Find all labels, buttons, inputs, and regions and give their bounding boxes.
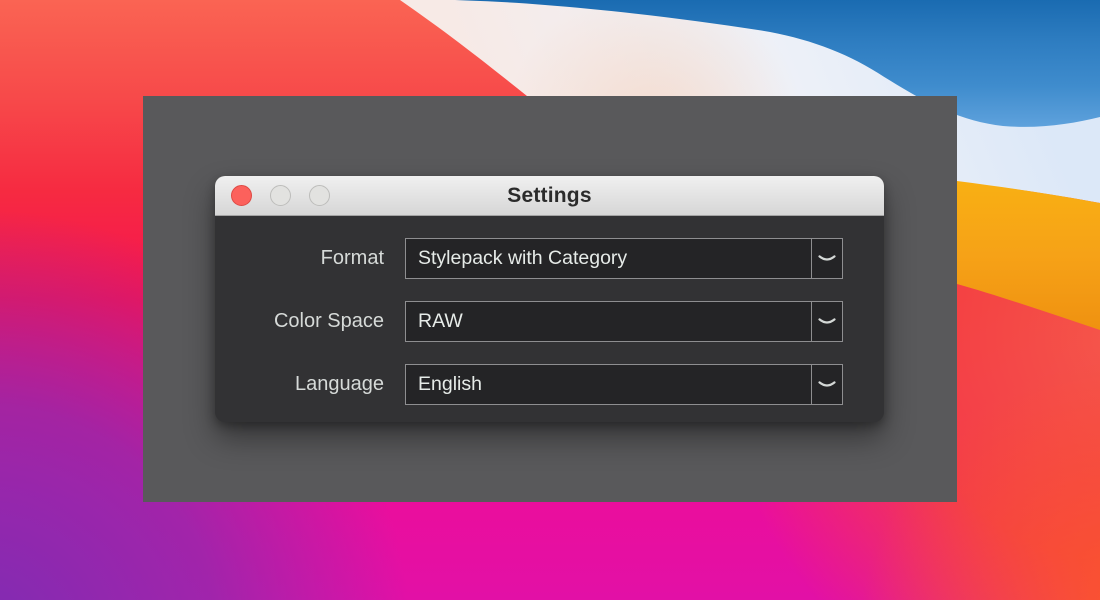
language-label: Language <box>215 373 405 396</box>
desktop: Settings Format Stylepack with Category … <box>0 0 1100 600</box>
language-value: English <box>406 373 811 396</box>
color-space-dropdown[interactable]: RAW <box>405 301 843 342</box>
language-row: Language English <box>215 364 843 405</box>
minimize-button[interactable] <box>270 185 291 206</box>
window-title: Settings <box>507 184 591 208</box>
close-button[interactable] <box>231 185 252 206</box>
color-space-row: Color Space RAW <box>215 301 843 342</box>
traffic-lights <box>231 176 330 215</box>
settings-form: Format Stylepack with Category Color Spa… <box>215 216 884 420</box>
format-row: Format Stylepack with Category <box>215 238 843 279</box>
color-space-label: Color Space <box>215 310 405 333</box>
chevron-down-icon <box>811 239 842 278</box>
settings-window: Settings Format Stylepack with Category … <box>215 176 884 422</box>
zoom-button[interactable] <box>309 185 330 206</box>
chevron-down-icon <box>811 365 842 404</box>
format-value: Stylepack with Category <box>406 247 811 270</box>
format-label: Format <box>215 247 405 270</box>
titlebar[interactable]: Settings <box>215 176 884 216</box>
language-dropdown[interactable]: English <box>405 364 843 405</box>
chevron-down-icon <box>811 302 842 341</box>
format-dropdown[interactable]: Stylepack with Category <box>405 238 843 279</box>
color-space-value: RAW <box>406 310 811 333</box>
